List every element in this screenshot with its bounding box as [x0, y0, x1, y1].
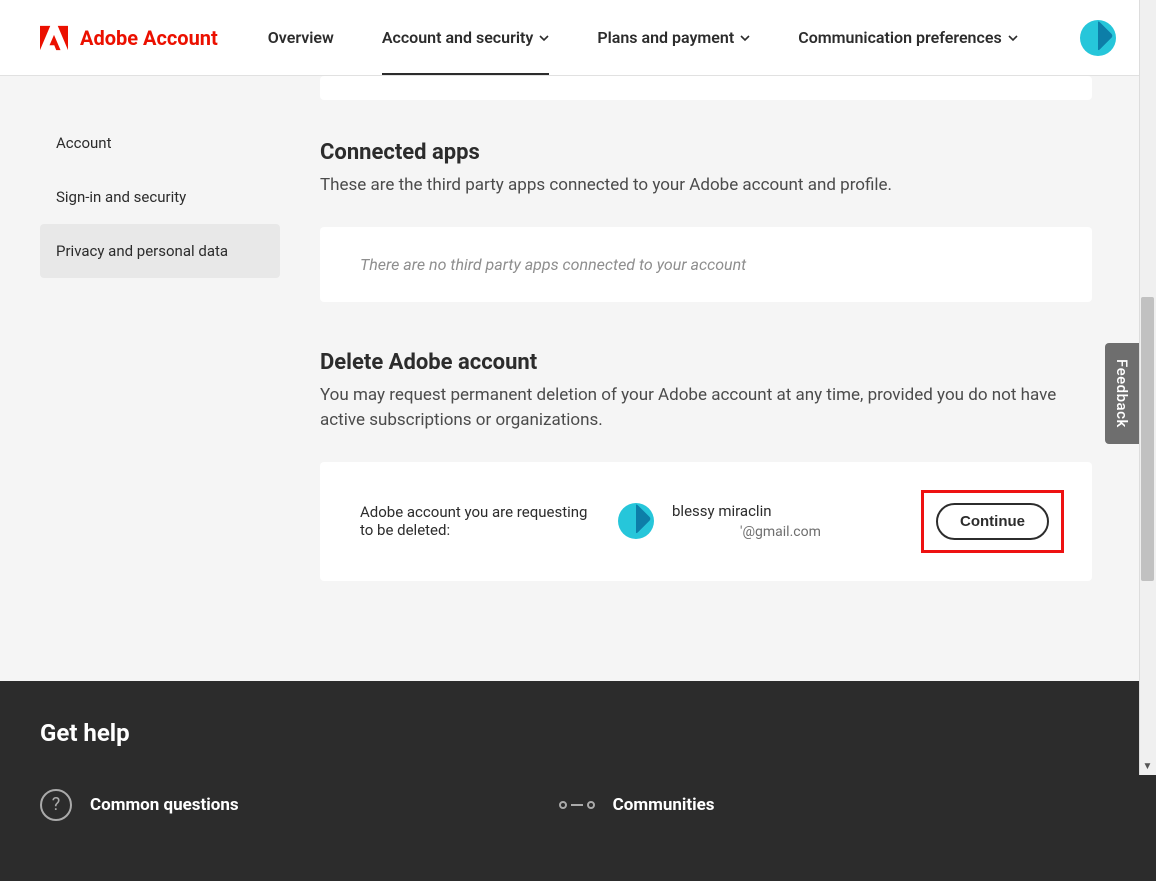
- continue-button[interactable]: Continue: [936, 503, 1049, 540]
- delete-account-desc: You may request permanent deletion of yo…: [320, 383, 1092, 434]
- scrollbar-thumb[interactable]: [1141, 297, 1154, 581]
- user-info: blessy miraclin '@gmail.com: [672, 502, 821, 540]
- sidebar-item-privacy[interactable]: Privacy and personal data: [40, 224, 280, 278]
- avatar-icon: [618, 503, 654, 539]
- continue-highlight: Continue: [921, 490, 1064, 553]
- scroll-down-icon[interactable]: ▼: [1139, 758, 1156, 775]
- chevron-down-icon: [1008, 33, 1018, 43]
- sidebar-item-signin-security[interactable]: Sign-in and security: [40, 170, 280, 224]
- nav-plans-payment[interactable]: Plans and payment: [597, 0, 750, 75]
- footer-common-questions[interactable]: ? Common questions: [40, 789, 239, 821]
- nav-account-security[interactable]: Account and security: [382, 0, 550, 75]
- nav-communication-prefs[interactable]: Communication preferences: [798, 0, 1017, 75]
- header: Adobe Account Overview Account and secur…: [0, 0, 1156, 76]
- scrollbar[interactable]: ▼: [1139, 0, 1156, 775]
- brand-text: Adobe Account: [80, 26, 218, 50]
- question-icon: ?: [40, 789, 72, 821]
- nav-overview[interactable]: Overview: [268, 0, 334, 75]
- delete-account-title: Delete Adobe account: [320, 350, 1092, 375]
- user-email: '@gmail.com: [672, 524, 821, 540]
- delete-account-prompt: Adobe account you are requesting to be d…: [360, 503, 600, 539]
- body: Account Sign-in and security Privacy and…: [0, 76, 1156, 621]
- sidebar-item-account[interactable]: Account: [40, 116, 280, 170]
- footer-title: Get help: [40, 719, 1116, 747]
- sidebar: Account Sign-in and security Privacy and…: [0, 76, 280, 621]
- previous-section-card-edge: [320, 76, 1092, 100]
- logo-section[interactable]: Adobe Account: [40, 24, 218, 52]
- top-nav: Overview Account and security Plans and …: [268, 0, 1080, 75]
- user-name: blessy miraclin: [672, 502, 821, 520]
- adobe-logo-icon: [40, 24, 68, 52]
- chevron-down-icon: [539, 33, 549, 43]
- feedback-tab[interactable]: Feedback: [1105, 343, 1139, 444]
- connected-apps-title: Connected apps: [320, 140, 1092, 165]
- communities-icon: [559, 801, 595, 809]
- delete-account-card: Adobe account you are requesting to be d…: [320, 462, 1092, 581]
- chevron-down-icon: [740, 33, 750, 43]
- avatar[interactable]: [1080, 20, 1116, 56]
- footer: Get help ? Common questions Communities: [0, 681, 1156, 881]
- connected-apps-empty: There are no third party apps connected …: [360, 255, 1052, 274]
- main-content: Connected apps These are the third party…: [280, 76, 1156, 621]
- connected-apps-desc: These are the third party apps connected…: [320, 173, 1092, 199]
- footer-communities[interactable]: Communities: [559, 789, 715, 821]
- connected-apps-card: There are no third party apps connected …: [320, 227, 1092, 302]
